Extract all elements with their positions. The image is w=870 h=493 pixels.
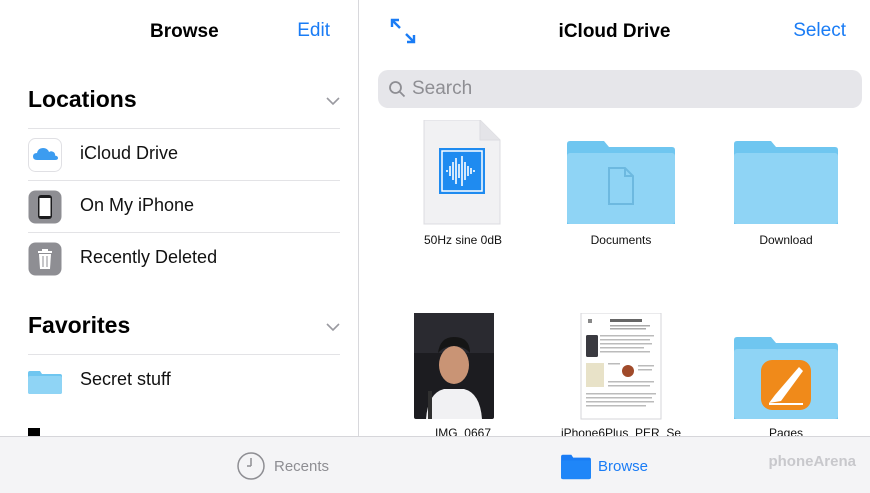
select-button[interactable]: Select: [793, 20, 846, 42]
tab-recents[interactable]: Recents: [236, 451, 346, 481]
sidebar-item-label: Secret stuff: [80, 369, 171, 389]
iphone-icon: [28, 190, 62, 224]
file-name: iPhone6Plus_PER_Se: [560, 426, 682, 436]
file-name: 50Hz sine 0dB: [423, 233, 503, 247]
folder-icon: [561, 454, 591, 480]
folder-icon: [734, 141, 838, 224]
next-section-heading-partial: [28, 428, 40, 436]
favorites-heading: Favorites: [28, 312, 131, 338]
file-item-iphone6plus-per[interactable]: iPhone6Plus_PER_Se: [546, 313, 696, 436]
sidebar-item-icloud-drive[interactable]: iCloud Drive: [28, 128, 340, 180]
tab-label: Recents: [274, 458, 330, 475]
pages-folder-icon: [734, 337, 838, 419]
document-thumbnail: [580, 313, 662, 420]
file-name: IMG_0667: [434, 426, 492, 436]
photo-thumbnail: [414, 313, 494, 419]
tab-browse[interactable]: Browse: [560, 451, 670, 481]
file-name: Download: [759, 233, 813, 247]
favorites-section-header[interactable]: Favorites: [28, 306, 340, 346]
file-name: Pages: [768, 426, 804, 436]
file-item-documents[interactable]: Documents: [546, 120, 696, 270]
locations-heading: Locations: [28, 86, 137, 112]
tab-label: Browse: [598, 458, 649, 475]
sidebar-item-label: On My iPhone: [80, 195, 195, 215]
trash-icon: [28, 242, 62, 276]
search-bar[interactable]: [378, 70, 862, 108]
sidebar-item-label: iCloud Drive: [80, 143, 179, 163]
file-name: Documents: [590, 233, 652, 247]
chevron-down-icon[interactable]: [326, 320, 340, 334]
folder-icon: [567, 141, 675, 224]
sidebar: Browse Edit Locations iCloud Drive On My…: [0, 0, 358, 436]
edit-button[interactable]: Edit: [297, 20, 330, 42]
file-item-img-0667[interactable]: IMG_0667: [388, 313, 538, 436]
audio-file-icon: [423, 120, 501, 225]
tab-bar: Recents Browse phoneArena: [0, 436, 870, 493]
sidebar-item-secret-stuff[interactable]: Secret stuff: [28, 354, 340, 406]
sidebar-item-on-my-iphone[interactable]: On My iPhone: [28, 180, 340, 232]
file-item-pages[interactable]: Pages: [711, 313, 861, 436]
watermark: phoneArena: [768, 453, 856, 470]
search-input[interactable]: [412, 74, 852, 104]
file-item-50hz-sine[interactable]: 50Hz sine 0dB: [388, 120, 538, 270]
file-item-download[interactable]: Download: [711, 120, 861, 270]
clock-icon: [237, 452, 265, 480]
chevron-down-icon[interactable]: [326, 94, 340, 108]
sidebar-header: Browse Edit: [0, 0, 358, 64]
sidebar-item-label: Recently Deleted: [80, 247, 218, 267]
icloud-icon: [28, 138, 62, 172]
locations-section-header[interactable]: Locations: [28, 80, 340, 120]
search-icon: [389, 81, 406, 98]
sidebar-item-recently-deleted[interactable]: Recently Deleted: [28, 232, 340, 284]
sidebar-title: Browse: [150, 21, 219, 42]
folder-icon: [28, 371, 62, 394]
main-content: iCloud Drive Select Search 50Hz sine 0dB…: [359, 0, 870, 436]
